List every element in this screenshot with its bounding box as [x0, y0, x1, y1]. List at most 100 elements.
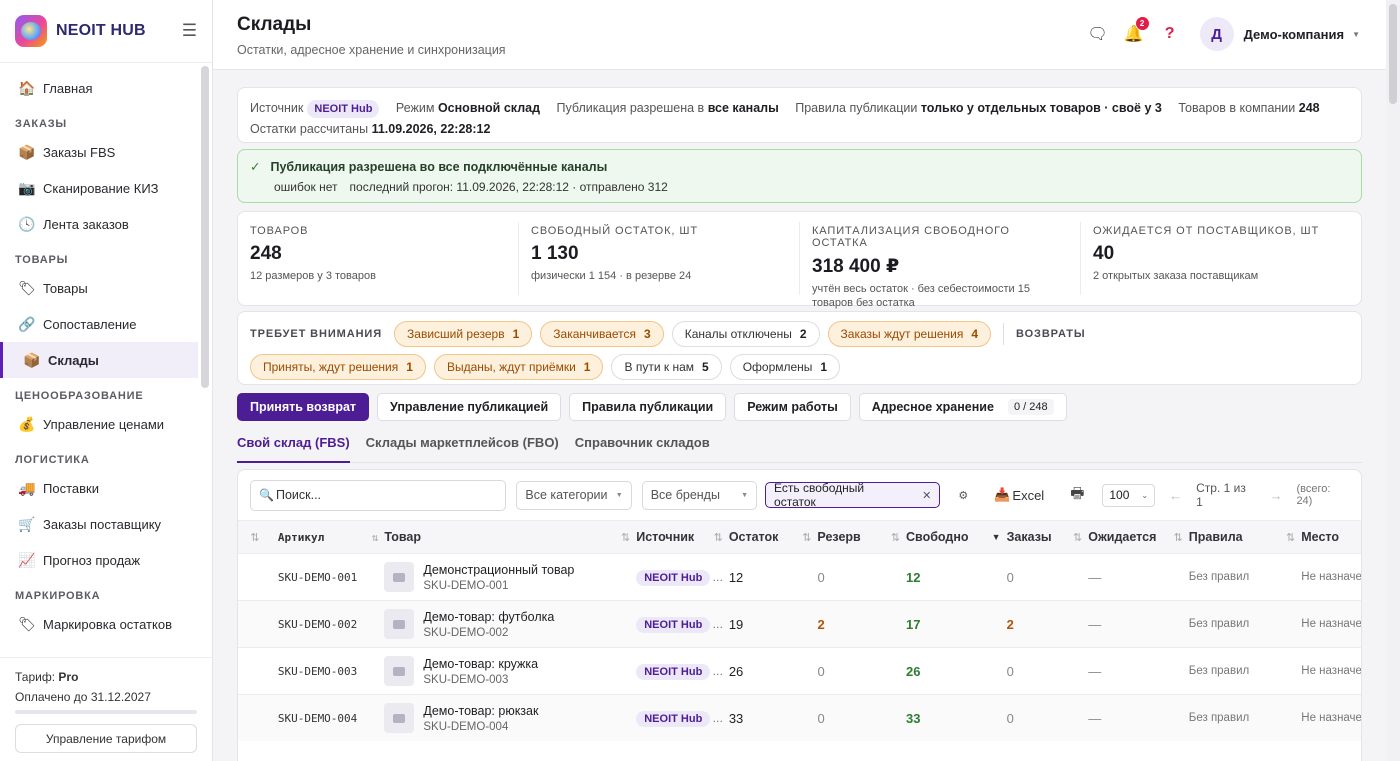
brand-select[interactable]: Все бренды ▼	[641, 480, 758, 510]
next-page-icon[interactable]: →	[1269, 488, 1282, 503]
column-header[interactable]: Артикул ⇅	[278, 531, 385, 544]
table-row[interactable]: SKU-DEMO-004 Демо-товар: рюкзак SKU-DEMO-0…	[238, 694, 1361, 741]
attention-pill[interactable]: Заказы ждут решения 4	[827, 321, 992, 347]
column-header[interactable]: Товар ⇅	[384, 530, 636, 544]
address-storage-button[interactable]: Адресное хранение 0 / 248	[858, 393, 1067, 421]
active-filter-chip[interactable]: Есть свободный остаток ✕	[765, 481, 941, 509]
avatar[interactable]: Д	[1199, 17, 1234, 51]
help-icon[interactable]: ?	[1158, 22, 1182, 46]
excel-export-button[interactable]: 📥 Excel	[994, 487, 1044, 503]
sort-desc-icon[interactable]: ▼	[992, 532, 1001, 542]
sort-icon[interactable]: ⇅	[621, 531, 630, 544]
sidebar-item-2[interactable]: 📦 Заказы FBS	[0, 134, 198, 170]
page-size-select[interactable]: 100 ⌄	[1102, 483, 1156, 507]
column-header[interactable]: Остаток ⇅	[729, 530, 818, 544]
column-header[interactable]: Резерв ⇅	[817, 530, 906, 544]
attention-pill[interactable]: В пути к нам 5	[611, 354, 722, 380]
sort-icon[interactable]: ⇅	[1073, 531, 1082, 544]
table-row[interactable]: SKU-DEMO-002 Демо-товар: футболка SKU-DEMO…	[238, 600, 1361, 647]
attention-pill[interactable]: Оформлены 1	[729, 354, 841, 380]
tab-0[interactable]: Свой склад (FBS)	[237, 435, 350, 463]
column-header-label: Правила	[1188, 530, 1243, 544]
publication-rules-button[interactable]: Правила публикации	[569, 393, 727, 421]
chat-icon[interactable]: 🗨	[1086, 22, 1110, 46]
close-icon[interactable]: ✕	[922, 489, 931, 502]
sort-icon[interactable]: ⇅	[714, 531, 723, 544]
main-scrollbar[interactable]	[1386, 0, 1400, 761]
product-text: Демо-товар: футболка SKU-DEMO-002	[423, 610, 554, 639]
menu-toggle-icon[interactable]: ☰	[182, 21, 197, 41]
attention-pill-label: Каналы отключены	[684, 327, 792, 341]
column-header[interactable]: Заказы ⇅	[1007, 530, 1089, 544]
sidebar-item-4[interactable]: 🕓 Лента заказов	[0, 206, 198, 242]
sidebar-section-title: ЛОГИСТИКА	[15, 454, 90, 466]
sidebar-item-13[interactable]: 🛒 Заказы поставщику	[0, 506, 198, 542]
column-header[interactable]: Свободно ▼	[906, 530, 1007, 544]
image-icon	[393, 619, 406, 629]
link-icon: 🔗	[18, 315, 36, 332]
calc-label: Остатки рассчитаны	[250, 122, 369, 136]
accept-return-button[interactable]: Принять возврат	[237, 393, 370, 421]
source-cell: NEOIT Hub…	[636, 710, 729, 727]
attention-pill[interactable]: Зависший резерв 1	[394, 321, 533, 347]
sidebar-item-10[interactable]: 💰 Управление ценами	[0, 406, 198, 442]
rules-label: Правила публикации	[795, 101, 918, 115]
column-header[interactable]: Ожидается ⇅	[1088, 530, 1189, 544]
manage-plan-button[interactable]: Управление тарифом	[15, 724, 197, 753]
column-header[interactable]: Источник ⇅	[636, 530, 729, 544]
sku-cell: SKU-DEMO-004	[277, 711, 358, 725]
search-input[interactable]: 🔍 Поиск...	[250, 479, 507, 511]
sidebar-item-14[interactable]: 📈 Прогноз продаж	[0, 542, 198, 578]
company-name[interactable]: Демо-компания	[1244, 27, 1344, 42]
bell-icon[interactable]: 🔔 2	[1122, 17, 1149, 46]
sort-icon[interactable]: ⇅	[1286, 531, 1295, 544]
sidebar-item-7[interactable]: 🔗 Сопоставление	[0, 306, 198, 342]
sidebar-item-0[interactable]: 🏠 Главная	[0, 70, 198, 106]
select-all-sort[interactable]: ⇅	[238, 531, 278, 544]
sidebar-item-6[interactable]: 🏷 Товары	[0, 270, 198, 306]
print-icon[interactable]: 🖶	[1070, 483, 1084, 508]
sidebar-item-3[interactable]: 📷 Сканирование КИЗ	[0, 170, 198, 206]
product-cell[interactable]: Демо-товар: кружка SKU-DEMO-003	[384, 656, 636, 686]
sort-icon[interactable]: ⇅	[250, 531, 259, 544]
expected-cell: —	[1088, 616, 1102, 632]
attention-pill[interactable]: Приняты, ждут решения 1	[250, 354, 426, 380]
sku-cell: SKU-DEMO-001	[277, 570, 358, 584]
gear-icon[interactable]: ⚙	[958, 489, 968, 502]
tab-2[interactable]: Справочник складов	[575, 435, 710, 463]
sidebar-item-16[interactable]: 🏷 Маркировка остатков	[0, 606, 198, 642]
sort-icon[interactable]: ⇅	[1174, 531, 1183, 544]
attention-pill[interactable]: Выданы, ждут приёмки 1	[433, 354, 604, 380]
table-row[interactable]: SKU-DEMO-001 Демонстрационный товар SKU-DE…	[238, 553, 1361, 600]
source-more: …	[712, 618, 724, 631]
column-header[interactable]: Правила ⇅	[1189, 530, 1302, 544]
attention-pill[interactable]: Заканчивается 3	[540, 321, 664, 347]
chevron-down-icon[interactable]: ▼	[1352, 30, 1360, 39]
sort-icon[interactable]: ⇅	[802, 531, 811, 544]
sidebar-scrollbar[interactable]	[201, 66, 209, 388]
sku-cell: SKU-DEMO-002	[277, 617, 358, 631]
sidebar-item-12[interactable]: 🚚 Поставки	[0, 470, 198, 506]
column-header-label: Артикул	[277, 530, 325, 544]
publication-ok-banner: ✓ Публикация разрешена во все подключённы…	[237, 149, 1362, 203]
tab-1[interactable]: Склады маркетплейсов (FBO)	[366, 435, 559, 463]
topbar: Склады Остатки, адресное хранение и синх…	[213, 0, 1400, 70]
sidebar-item-8[interactable]: 📦 Склады	[0, 342, 198, 378]
sidebar-footer: Тариф: Pro Оплачено до 31.12.2027 Управл…	[0, 657, 212, 761]
notification-badge: 2	[1135, 17, 1149, 30]
product-cell[interactable]: Демонстрационный товар SKU-DEMO-001	[384, 562, 636, 592]
sort-icon[interactable]: ⇅	[372, 531, 379, 544]
column-header[interactable]: Место	[1301, 530, 1361, 544]
stock-cell: 12	[728, 569, 744, 585]
cart-icon: 🛒	[18, 515, 36, 532]
product-cell[interactable]: Демо-товар: рюкзак SKU-DEMO-004	[384, 703, 636, 733]
attention-pill[interactable]: Каналы отключены 2	[671, 321, 820, 347]
manage-publication-button[interactable]: Управление публикацией	[377, 393, 562, 421]
sidebar-item-label: Сканирование КИЗ	[43, 180, 159, 196]
work-mode-button[interactable]: Режим работы	[734, 393, 851, 421]
category-select[interactable]: Все категории ▼	[516, 480, 632, 510]
product-cell[interactable]: Демо-товар: футболка SKU-DEMO-002	[384, 609, 636, 639]
table-row[interactable]: SKU-DEMO-003 Демо-товар: кружка SKU-DEMO-0…	[238, 647, 1361, 694]
prev-page-icon[interactable]: ←	[1169, 488, 1182, 503]
sort-icon[interactable]: ⇅	[891, 531, 900, 544]
